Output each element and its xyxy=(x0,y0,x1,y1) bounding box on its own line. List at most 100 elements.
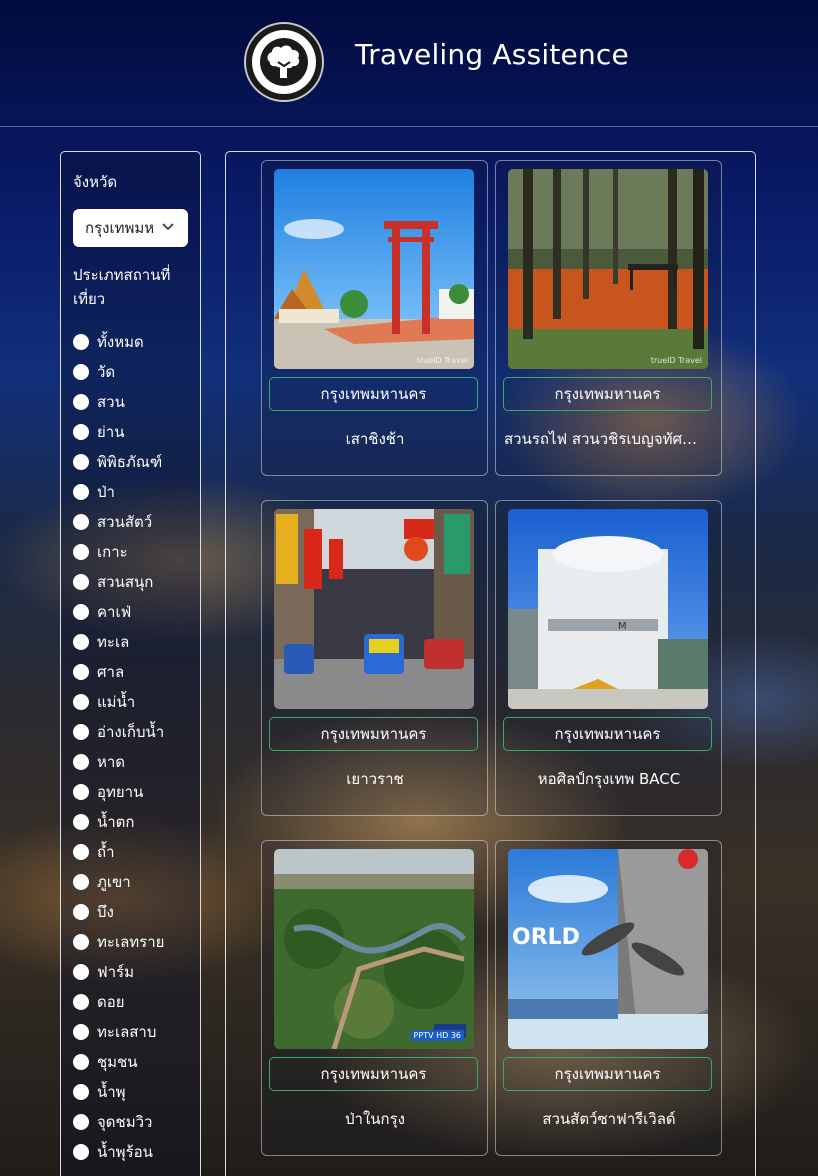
category-option[interactable]: ทะเลทราย xyxy=(73,927,164,957)
radio-button[interactable] xyxy=(73,334,89,350)
app-title: Traveling Assitence xyxy=(355,38,629,71)
category-option[interactable]: ภูเขา xyxy=(73,867,164,897)
place-card[interactable]: trueID Travel กรุงเทพมหานครสวนรถไฟ สวนวชิ… xyxy=(495,160,722,476)
radio-button[interactable] xyxy=(73,754,89,770)
place-name[interactable]: เยาวราช xyxy=(266,767,484,791)
place-card[interactable]: M กรุงเทพมหานครหอศิลป์กรุงเทพ BACC xyxy=(495,500,722,816)
category-option[interactable]: วัด xyxy=(73,357,164,387)
category-option-label: คาเฟ่ xyxy=(97,603,132,621)
category-option[interactable]: หาด xyxy=(73,747,164,777)
place-photo[interactable]: trueID Travel xyxy=(274,169,474,369)
place-photo[interactable]: PPTV HD 36 xyxy=(274,849,474,1049)
radio-button[interactable] xyxy=(73,1144,89,1160)
category-option-label: สวนสนุก xyxy=(97,573,154,591)
category-option[interactable]: น้ำพุ xyxy=(73,1077,164,1107)
province-tag[interactable]: กรุงเทพมหานคร xyxy=(503,717,712,751)
category-option[interactable]: พิพิธภัณฑ์ xyxy=(73,447,164,477)
category-option-label: ทะเลทราย xyxy=(97,933,165,951)
category-option[interactable]: ฟาร์ม xyxy=(73,957,164,987)
category-option-label: ดอย xyxy=(97,993,125,1011)
photo-watermark: trueID Travel xyxy=(416,356,468,365)
place-photo[interactable]: ORLD xyxy=(508,849,708,1049)
radio-button[interactable] xyxy=(73,904,89,920)
radio-button[interactable] xyxy=(73,724,89,740)
province-tag[interactable]: กรุงเทพมหานคร xyxy=(269,377,478,411)
place-photo[interactable] xyxy=(274,509,474,709)
app-header: Traveling Assitence xyxy=(0,0,818,127)
radio-button[interactable] xyxy=(73,514,89,530)
category-option[interactable]: ดอย xyxy=(73,987,164,1017)
category-option[interactable]: สวน xyxy=(73,387,164,417)
category-option[interactable]: คาเฟ่ xyxy=(73,597,164,627)
category-option-label: ทะเลสาบ xyxy=(97,1023,157,1041)
category-option[interactable]: ศาล xyxy=(73,657,164,687)
category-option[interactable]: สวนสัตว์ xyxy=(73,507,164,537)
province-select-value: กรุงเทพมหานคร xyxy=(85,219,153,237)
radio-button[interactable] xyxy=(73,424,89,440)
radio-button[interactable] xyxy=(73,964,89,980)
category-option[interactable]: สวนสนุก xyxy=(73,567,164,597)
place-card[interactable]: trueID Travel กรุงเทพมหานครเสาชิงช้า xyxy=(261,160,488,476)
category-option[interactable]: ย่าน xyxy=(73,417,164,447)
province-select[interactable]: กรุงเทพมหานคร xyxy=(73,209,188,247)
place-card[interactable]: PPTV HD 36 กรุงเทพมหานครป่าในกรุง xyxy=(261,840,488,1156)
category-option[interactable]: แม่น้ำ xyxy=(73,687,164,717)
province-tag[interactable]: กรุงเทพมหานคร xyxy=(503,1057,712,1091)
category-option[interactable]: ทะเล xyxy=(73,627,164,657)
place-name[interactable]: ป่าในกรุง xyxy=(266,1107,484,1131)
place-photo[interactable]: M xyxy=(508,509,708,709)
category-option[interactable]: เกาะ xyxy=(73,537,164,567)
radio-button[interactable] xyxy=(73,544,89,560)
category-option-label: ศาล xyxy=(97,663,125,681)
radio-button[interactable] xyxy=(73,994,89,1010)
place-card[interactable]: กรุงเทพมหานครเยาวราช xyxy=(261,500,488,816)
province-tag[interactable]: กรุงเทพมหานคร xyxy=(269,717,478,751)
place-name[interactable]: หอศิลป์กรุงเทพ BACC xyxy=(500,767,718,791)
category-option[interactable]: บึง xyxy=(73,897,164,927)
radio-button[interactable] xyxy=(73,814,89,830)
radio-button[interactable] xyxy=(73,784,89,800)
radio-button[interactable] xyxy=(73,484,89,500)
radio-button[interactable] xyxy=(73,574,89,590)
place-name[interactable]: สวนรถไฟ สวนวชิรเบญจทัศ ... xyxy=(500,427,718,451)
radio-button[interactable] xyxy=(73,934,89,950)
radio-button[interactable] xyxy=(73,694,89,710)
category-option-label: หาด xyxy=(97,753,126,771)
radio-button[interactable] xyxy=(73,454,89,470)
category-option[interactable]: ทั้งหมด xyxy=(73,327,164,357)
place-name[interactable]: เสาชิงช้า xyxy=(266,427,484,451)
category-option-label: ฟาร์ม xyxy=(97,963,134,981)
filter-sidebar: จังหวัด กรุงเทพมหานคร ประเภทสถานที่เที่ย… xyxy=(60,151,201,1176)
place-photo[interactable]: trueID Travel xyxy=(508,169,708,369)
radio-button[interactable] xyxy=(73,874,89,890)
radio-button[interactable] xyxy=(73,394,89,410)
category-option[interactable]: น้ำพุร้อน xyxy=(73,1137,164,1167)
province-tag[interactable]: กรุงเทพมหานคร xyxy=(503,377,712,411)
radio-button[interactable] xyxy=(73,1054,89,1070)
category-option[interactable]: ชุมชน xyxy=(73,1047,164,1077)
category-option-label: ย่าน xyxy=(97,423,125,441)
category-option[interactable]: อุทยาน xyxy=(73,777,164,807)
category-option[interactable]: ป่า xyxy=(73,477,164,507)
radio-button[interactable] xyxy=(73,364,89,380)
radio-button[interactable] xyxy=(73,604,89,620)
category-option[interactable]: จุดชมวิว xyxy=(73,1107,164,1137)
category-radio-list: ทั้งหมด วัด สวนย่านพิพิธภัณฑ์ ป่า สวนสัตว์ เก… xyxy=(73,327,164,1167)
radio-button[interactable] xyxy=(73,1084,89,1100)
app-logo[interactable] xyxy=(244,22,324,102)
category-option[interactable]: น้ำตก xyxy=(73,807,164,837)
radio-button[interactable] xyxy=(73,844,89,860)
province-tag[interactable]: กรุงเทพมหานคร xyxy=(269,1057,478,1091)
radio-button[interactable] xyxy=(73,1024,89,1040)
category-option[interactable]: ถ้ำ xyxy=(73,837,164,867)
category-option-label: น้ำตก xyxy=(97,813,135,831)
place-card[interactable]: ORLD กรุงเทพมหานครสวนสัตว์ซาฟารีเวิลด์ xyxy=(495,840,722,1156)
radio-button[interactable] xyxy=(73,634,89,650)
radio-button[interactable] xyxy=(73,1114,89,1130)
category-option[interactable]: ทะเลสาบ xyxy=(73,1017,164,1047)
radio-button[interactable] xyxy=(73,664,89,680)
category-option-label: อ่างเก็บน้ำ xyxy=(97,723,165,741)
category-option[interactable]: อ่างเก็บน้ำ xyxy=(73,717,164,747)
category-option-label: ภูเขา xyxy=(97,873,131,891)
place-name[interactable]: สวนสัตว์ซาฟารีเวิลด์ xyxy=(500,1107,718,1131)
